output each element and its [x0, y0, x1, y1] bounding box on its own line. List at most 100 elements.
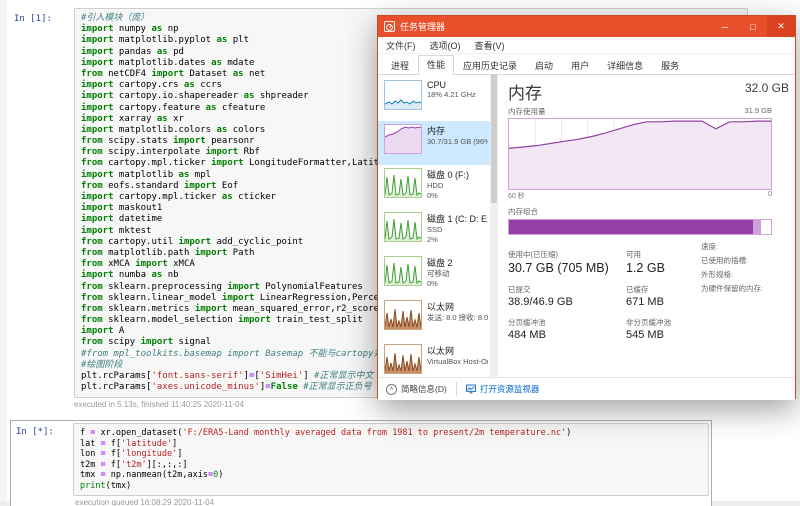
stat-label: 非分页缓冲池 — [626, 317, 698, 328]
memory-mini-graph-icon — [384, 124, 422, 154]
sidebar-scrollbar[interactable] — [490, 75, 498, 377]
cell2-execution-status: execution queued 16:08:29 2020-11-04 — [75, 498, 709, 506]
minimize-button[interactable]: ─ — [711, 16, 739, 37]
stat-value: 38.9/46.9 GB — [508, 296, 626, 308]
memory-stat-1: 可用1.2 GB — [626, 249, 698, 275]
composition-segment-0 — [509, 220, 753, 234]
sidebar-item-name: 磁盘 1 (C: D: E: — [427, 212, 488, 225]
composition-segment-2 — [761, 220, 771, 234]
memory-stat-2: 已提交38.9/46.9 GB — [508, 284, 626, 308]
sidebar-item-disk-4[interactable]: 磁盘 2可移动0% — [378, 253, 490, 297]
menu-item[interactable]: 查看(V) — [475, 39, 505, 52]
cpu-mini-graph-icon — [384, 80, 422, 110]
stat-value: 1.2 GB — [626, 261, 698, 275]
cell1-execution-status: executed in 5.13s, finished 11:40:25 202… — [74, 400, 748, 409]
sidebar-item-detail: 0% — [427, 279, 453, 289]
taskmanager-icon — [384, 21, 395, 32]
titlebar[interactable]: 任务管理器 ─ □ ✕ — [378, 16, 795, 37]
tm-footer: ∧ 简略信息(D) 打开资源监视器 — [378, 377, 795, 400]
sidebar-item-detail: 发送: 8.0 接收: 8.0 Kbps — [427, 313, 488, 323]
performance-pane: CPU18% 4.21 GHz内存30.7/31.9 GB (96%)磁盘 0 … — [378, 75, 795, 377]
memory-usage-graph[interactable] — [508, 118, 772, 190]
sidebar-item-detail: VirtualBox Host-On... — [427, 357, 488, 367]
window-title: 任务管理器 — [400, 20, 711, 33]
memory-stat-5: 非分页缓冲池545 MB — [626, 317, 698, 341]
sidebar-item-disk-3[interactable]: 磁盘 1 (C: D: E:SSD2% — [378, 209, 490, 253]
cell1-prompt: In [1]: — [14, 14, 52, 24]
menu-item[interactable]: 选项(O) — [430, 39, 461, 52]
memory-stat-3: 已缓存671 MB — [626, 284, 698, 308]
sidebar-item-detail: 2% — [427, 235, 488, 245]
disk-mini-graph-icon — [384, 168, 422, 198]
collapse-circle-icon: ∧ — [386, 384, 397, 395]
open-resource-monitor-link[interactable]: 打开资源监视器 — [466, 383, 540, 395]
sidebar-item-disk-2[interactable]: 磁盘 0 (F:)HDD0% — [378, 165, 490, 209]
stat-value: 545 MB — [626, 329, 698, 341]
disk-mini-graph-icon — [384, 256, 422, 286]
stat-label: 使用中(已压缩) — [508, 249, 626, 260]
code-line: f = xr.open_dataset('F:/ERA5-Land monthl… — [80, 428, 702, 439]
tab-启动[interactable]: 启动 — [526, 56, 562, 75]
net-mini-graph-icon — [384, 344, 422, 374]
code-line: t2m = f['t2m'][:,:,:] — [80, 460, 702, 471]
summary-toggle[interactable]: ∧ 简略信息(D) — [386, 383, 447, 395]
sidebar-item-detail: 18% 4.21 GHz — [427, 90, 476, 100]
footer-separator — [456, 382, 457, 396]
screen: In [1]: #引入模块（庞）import numpy as npimport… — [0, 0, 800, 506]
sidebar-item-name: CPU — [427, 80, 476, 90]
cell2-prompt: In [*]: — [13, 423, 73, 496]
memory-stat-4: 分页缓冲池484 MB — [508, 317, 626, 341]
tm-sidebar: CPU18% 4.21 GHz内存30.7/31.9 GB (96%)磁盘 0 … — [378, 75, 490, 377]
sidebar-item-cpu-0[interactable]: CPU18% 4.21 GHz — [378, 77, 490, 121]
sidebar-item-name: 以太网 — [427, 344, 488, 357]
sidebar-item-detail: 0% — [427, 191, 469, 201]
sidebar-item-memory-1[interactable]: 内存30.7/31.9 GB (96%) — [378, 121, 490, 165]
code-line: print(tmx) — [80, 481, 702, 492]
tab-性能[interactable]: 性能 — [418, 55, 454, 75]
hardware-label-1: 已使用的插槽: — [701, 254, 791, 268]
code-cell-2[interactable]: In [*]: f = xr.open_dataset('F:/ERA5-Lan… — [10, 420, 712, 506]
tab-用户[interactable]: 用户 — [562, 56, 598, 75]
stat-label: 可用 — [626, 249, 698, 260]
scrollbar-thumb[interactable] — [491, 75, 497, 203]
tab-应用历史记录[interactable]: 应用历史记录 — [454, 56, 526, 75]
tab-进程[interactable]: 进程 — [382, 56, 418, 75]
summary-toggle-label: 简略信息(D) — [401, 383, 447, 395]
disk-mini-graph-icon — [384, 212, 422, 242]
code-line: tmx = np.nanmean(t2m,axis=0) — [80, 470, 702, 481]
sidebar-item-net-6[interactable]: 以太网VirtualBox Host-On... — [378, 341, 490, 377]
memory-detail-pane: 内存 32.0 GB 内存使用量 31.9 GB 60 秒 0 内存组合 使用中… — [498, 75, 795, 377]
graph-time-axis-label: 60 秒 — [508, 191, 525, 201]
memory-side-labels: 速度:已使用的插槽:外形规格:为硬件保留的内存: — [701, 240, 791, 296]
memory-composition-label: 内存组合 — [508, 206, 789, 217]
tab-bar: 进程性能应用历史记录启动用户详细信息服务 — [378, 54, 795, 75]
memory-composition-bar[interactable] — [508, 219, 772, 235]
menu-item[interactable]: 文件(F) — [386, 39, 416, 52]
memory-max-label: 31.9 GB — [744, 106, 772, 117]
resource-monitor-label: 打开资源监视器 — [480, 383, 540, 395]
cell2-code[interactable]: f = xr.open_dataset('F:/ERA5-Land monthl… — [80, 428, 702, 491]
close-button[interactable]: ✕ — [767, 16, 795, 37]
stat-value: 30.7 GB (705 MB) — [508, 261, 626, 275]
sidebar-item-detail: 可移动 — [427, 269, 453, 279]
memory-stat-0: 使用中(已压缩)30.7 GB (705 MB) — [508, 249, 626, 275]
maximize-button[interactable]: □ — [739, 16, 767, 37]
tab-服务[interactable]: 服务 — [652, 56, 688, 75]
sidebar-item-detail: HDD — [427, 181, 469, 191]
composition-segment-1 — [753, 220, 761, 234]
sidebar-item-name: 磁盘 2 — [427, 256, 453, 269]
sidebar-item-name: 磁盘 0 (F:) — [427, 168, 469, 181]
stat-label: 已缓存 — [626, 284, 698, 295]
cell2-input-area[interactable]: f = xr.open_dataset('F:/ERA5-Land monthl… — [73, 423, 709, 496]
tab-详细信息[interactable]: 详细信息 — [598, 56, 652, 75]
memory-usage-label: 内存使用量 — [508, 106, 546, 117]
stat-value: 484 MB — [508, 329, 626, 341]
sidebar-item-detail: SSD — [427, 225, 488, 235]
memory-stats: 使用中(已压缩)30.7 GB (705 MB)可用1.2 GB已提交38.9/… — [508, 249, 698, 341]
page-left-gutter — [0, 0, 7, 506]
sidebar-item-name: 以太网 — [427, 300, 488, 313]
sidebar-item-detail: 30.7/31.9 GB (96%) — [427, 137, 488, 147]
sidebar-item-net-5[interactable]: 以太网发送: 8.0 接收: 8.0 Kbps — [378, 297, 490, 341]
stat-value: 671 MB — [626, 296, 698, 308]
memory-pane-title: 内存 — [508, 79, 542, 104]
